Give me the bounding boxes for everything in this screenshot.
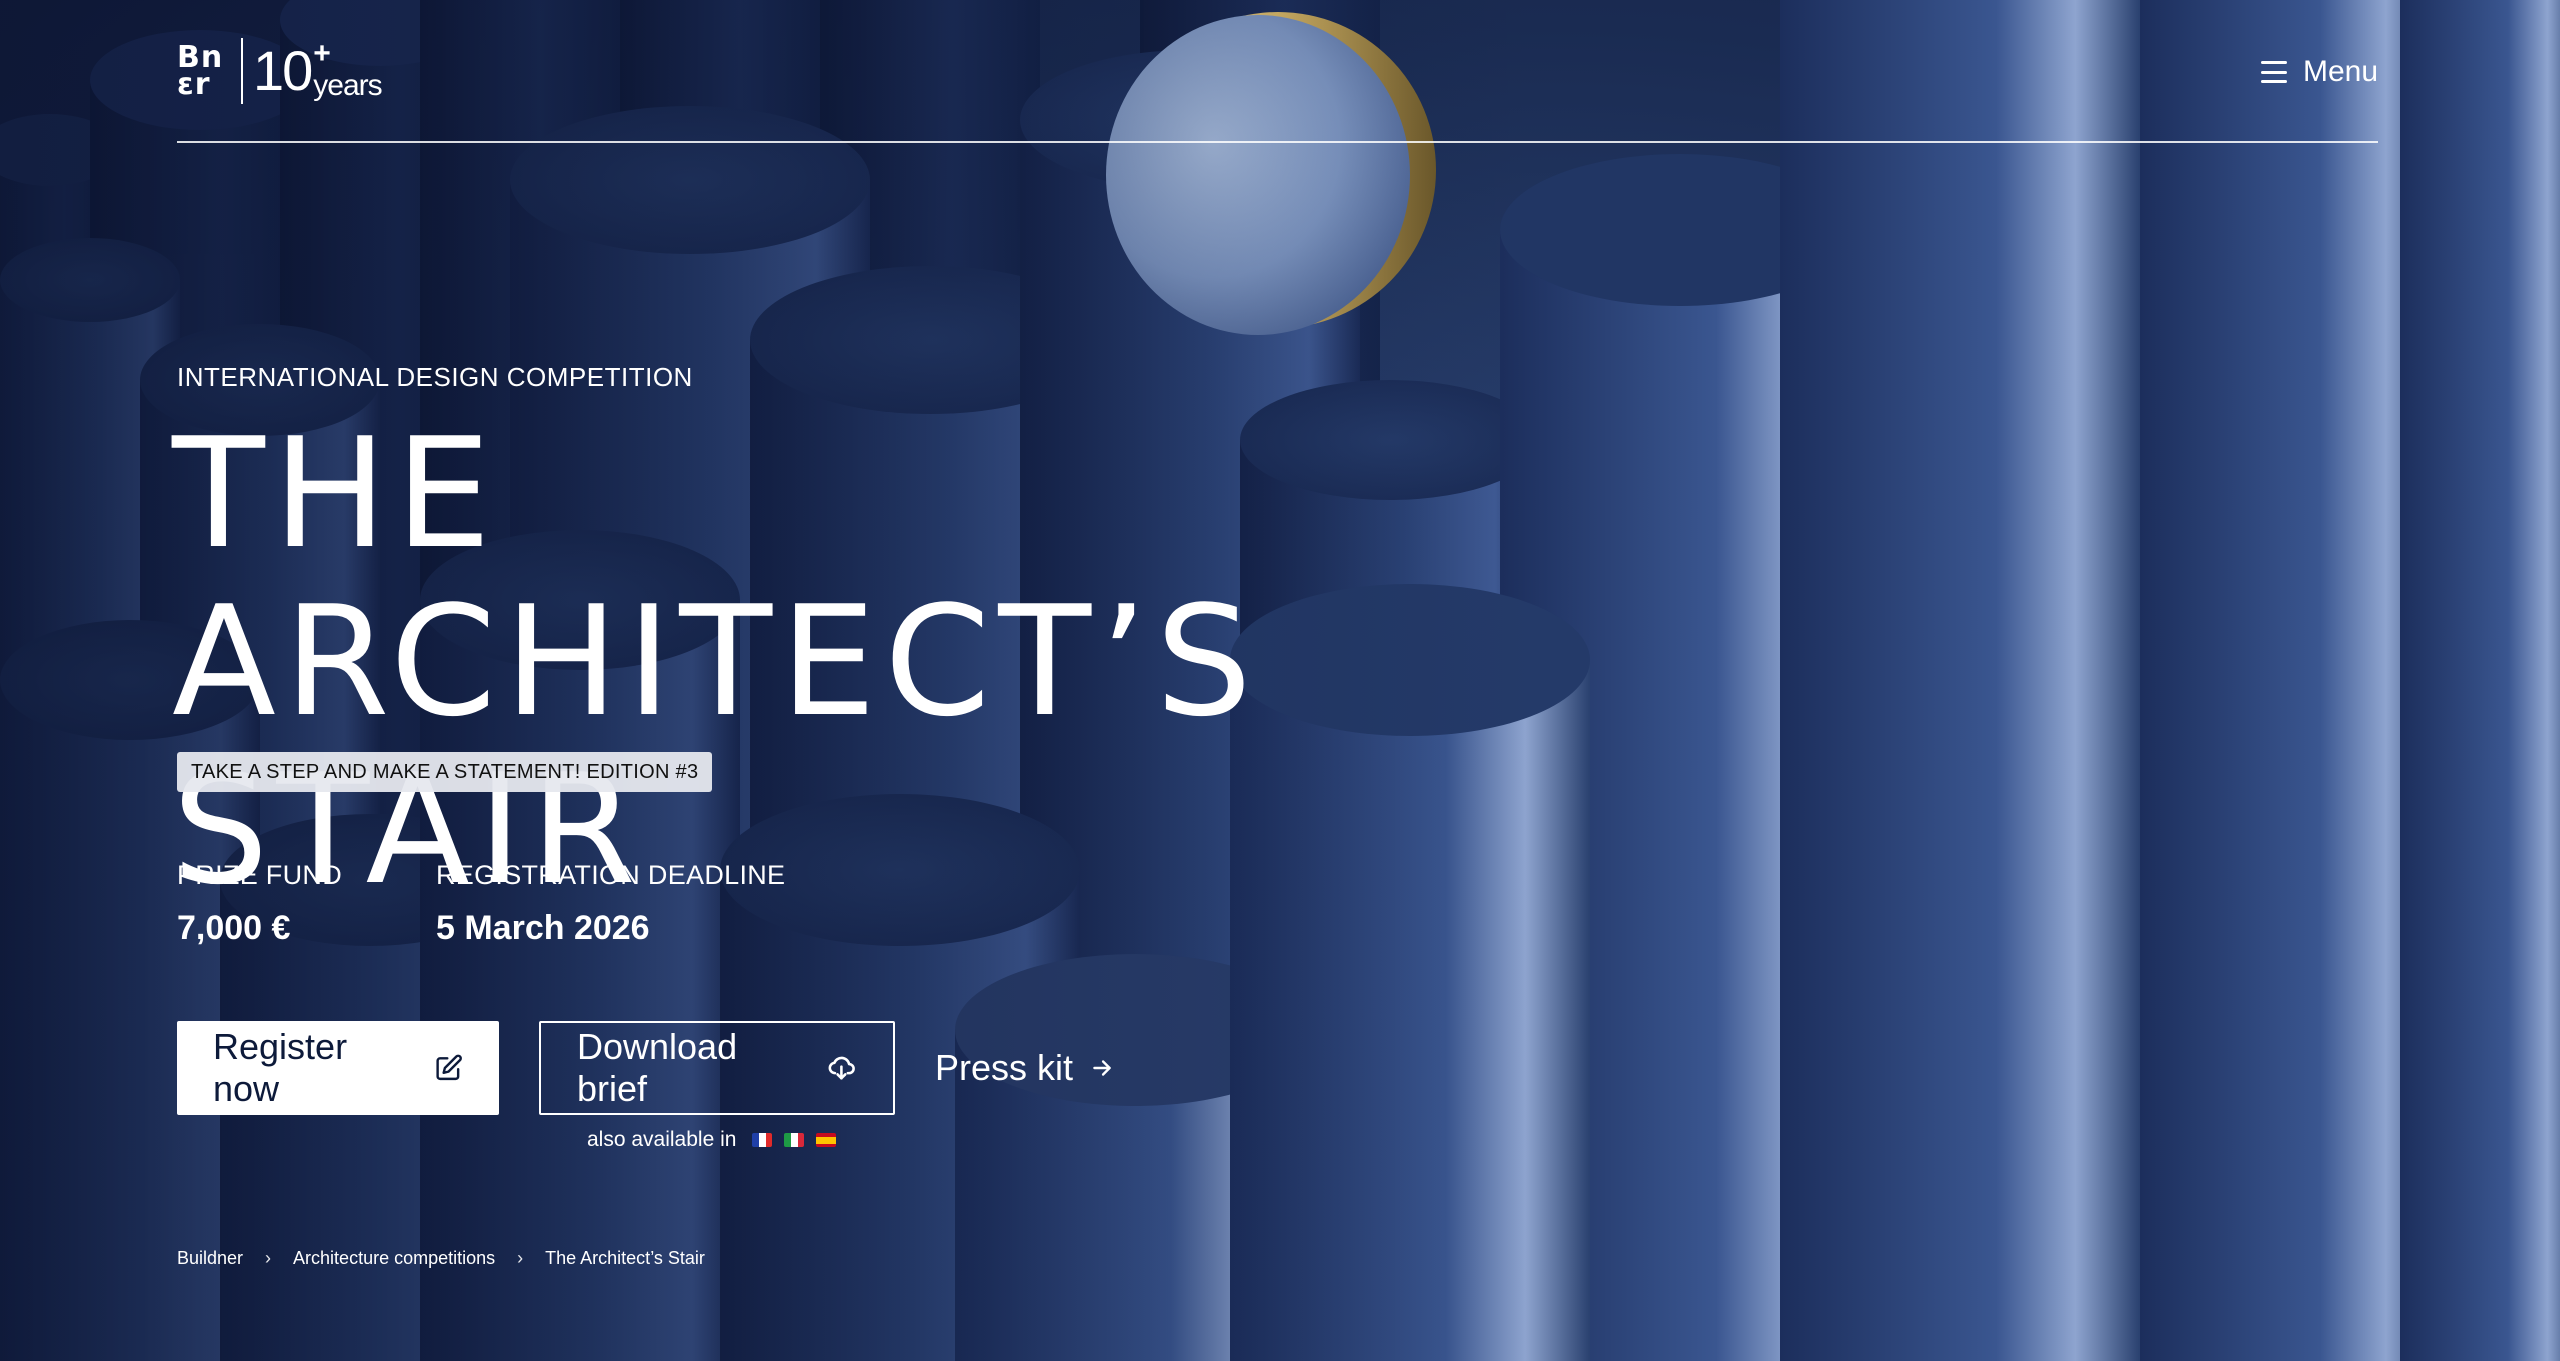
cloud-download-icon: [828, 1056, 856, 1080]
breadcrumb-item-buildner[interactable]: Buildner: [177, 1248, 243, 1269]
flag-es-icon[interactable]: [816, 1133, 837, 1147]
edition-tagline: TAKE A STEP AND MAKE A STATEMENT! EDITIO…: [177, 752, 713, 792]
press-kit-link[interactable]: Press kit: [899, 1021, 1151, 1115]
logo-mark-bottom: ɛr: [177, 67, 211, 102]
fact-registration-deadline: REGISTRATION DEADLINE 5 March 2026: [436, 860, 785, 948]
fact-value: 7,000 €: [177, 909, 291, 947]
logo-years-plus: +: [313, 37, 331, 70]
language-flags: [752, 1133, 837, 1147]
buildner-logo[interactable]: Bn ɛr 10 + years: [177, 36, 383, 106]
site-header: Bn ɛr 10 + years Menu: [177, 36, 2378, 143]
register-now-button[interactable]: Register now: [177, 1021, 499, 1115]
chevron-right-icon: ›: [265, 1248, 272, 1268]
fact-label: REGISTRATION DEADLINE: [436, 860, 786, 890]
edit-icon: [436, 1054, 462, 1081]
press-kit-label: Press kit: [935, 1047, 1074, 1088]
logo-divider: [241, 38, 243, 104]
breadcrumb-item-current: The Architect’s Stair: [545, 1248, 705, 1268]
logo-mark: Bn ɛr: [177, 43, 229, 102]
register-now-label: Register now: [213, 1026, 348, 1109]
also-available-label: also available in: [587, 1128, 737, 1151]
cta-row: Register now Download brief Press kit: [177, 1021, 1151, 1115]
arrow-right-icon: [1093, 1060, 1111, 1076]
fact-label: PRIZE FUND: [177, 860, 342, 890]
logo-anniversary: 10 + years: [253, 37, 383, 103]
download-brief-label: Download brief: [577, 1026, 738, 1109]
flag-it-icon[interactable]: [784, 1133, 805, 1147]
brief-languages: also available in: [587, 1128, 837, 1152]
competition-type: INTERNATIONAL DESIGN COMPETITION: [177, 362, 693, 392]
logo-years-word: years: [313, 69, 382, 102]
flag-fr-icon[interactable]: [752, 1133, 773, 1147]
title-line-1: THE ARCHITECT’S: [172, 405, 1260, 750]
fact-prize-fund: PRIZE FUND 7,000 €: [177, 860, 342, 948]
hamburger-icon: [2260, 61, 2287, 83]
menu-button[interactable]: Menu: [2260, 50, 2378, 94]
logo-years-number: 10: [253, 39, 313, 102]
page-title: THE ARCHITECT’S STAIR: [172, 410, 1572, 914]
key-facts: PRIZE FUND 7,000 € REGISTRATION DEADLINE…: [177, 860, 785, 948]
download-brief-button[interactable]: Download brief: [539, 1021, 895, 1115]
breadcrumb-item-architecture-competitions[interactable]: Architecture competitions: [293, 1248, 495, 1269]
breadcrumb: Buildner › Architecture competitions › T…: [177, 1248, 705, 1269]
fact-value: 5 March 2026: [436, 909, 650, 947]
menu-label: Menu: [2302, 55, 2378, 88]
chevron-right-icon: ›: [517, 1248, 524, 1268]
